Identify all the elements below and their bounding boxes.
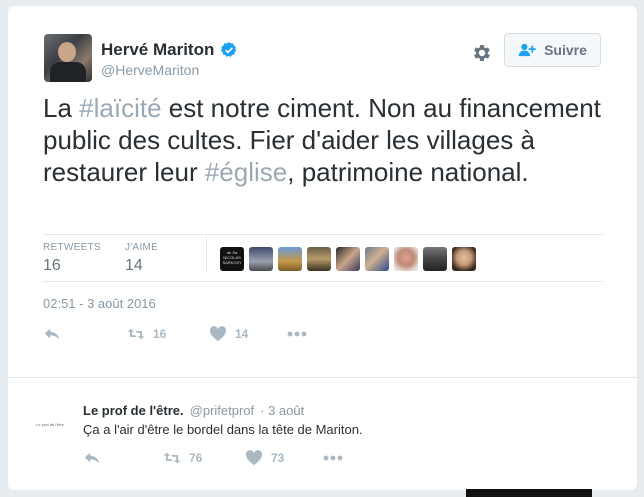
tweet-text-part: La <box>43 93 80 123</box>
reply-text: Ça a l'air d'être le bordel dans la tête… <box>83 422 363 437</box>
stats-separator <box>206 236 207 272</box>
author-avatar[interactable] <box>44 34 92 82</box>
liker-avatar[interactable] <box>423 247 447 271</box>
reply-avatar-text: Le prof de l'être <box>36 421 64 427</box>
background-dark-tab <box>466 489 592 497</box>
heart-icon <box>209 326 227 342</box>
retweet-count: 16 <box>153 327 167 341</box>
reply-actions: 76 73 <box>83 450 343 466</box>
tweet-text: La #laïcité est notre ciment. Non au fin… <box>43 92 603 188</box>
liker-avatar[interactable] <box>336 247 360 271</box>
avatar-face <box>58 42 76 62</box>
reply-button[interactable] <box>43 326 127 342</box>
likes-label[interactable]: J'AIME <box>125 242 158 253</box>
follow-button[interactable]: Suivre <box>504 33 601 67</box>
likes-value[interactable]: 14 <box>125 257 143 275</box>
liker-avatar[interactable] <box>307 247 331 271</box>
follow-person-icon <box>518 43 536 57</box>
reply-icon <box>84 452 100 464</box>
reply-time[interactable]: · 3 août <box>260 403 304 418</box>
retweet-icon <box>163 452 181 464</box>
liker-avatar[interactable] <box>365 247 389 271</box>
tweet-timestamp[interactable]: 02:51 - 3 août 2016 <box>43 296 156 311</box>
reply-like-button[interactable]: 73 <box>245 450 323 466</box>
reply-retweet-button[interactable]: 76 <box>163 450 245 466</box>
liker-avatar[interactable] <box>278 247 302 271</box>
reply-divider <box>8 377 637 378</box>
liker-avatar[interactable] <box>249 247 273 271</box>
likers-avatars: de Sa NICOLAS SARKOZY <box>220 247 476 271</box>
reply-author-name[interactable]: Le prof de l'être. <box>83 403 184 418</box>
reply-reply-button[interactable] <box>83 450 163 466</box>
reply-avatar[interactable]: Le prof de l'être <box>28 406 72 442</box>
gear-icon[interactable] <box>471 42 493 64</box>
reply-icon <box>44 328 60 340</box>
liker-avatar[interactable]: de Sa NICOLAS SARKOZY <box>220 247 244 271</box>
reply-author-handle[interactable]: @prifetprof <box>190 403 255 418</box>
follow-label: Suivre <box>544 42 587 58</box>
tweet-card: Hervé Mariton @HerveMariton Suivre La #l… <box>8 6 637 490</box>
reply-retweet-count: 76 <box>189 451 203 465</box>
reply-more-button[interactable] <box>323 455 343 461</box>
heart-icon <box>245 450 263 466</box>
liker-avatar-text: de Sa NICOLAS SARKOZY <box>222 250 242 265</box>
tweet-text-part: , patrimoine national. <box>287 157 529 187</box>
hashtag-link[interactable]: #église <box>205 157 287 187</box>
more-icon <box>287 331 307 337</box>
retweets-value[interactable]: 16 <box>43 257 61 275</box>
avatar-suit <box>50 62 86 82</box>
like-count: 14 <box>235 327 249 341</box>
reply-header: Le prof de l'être. @prifetprof · 3 août <box>83 403 304 418</box>
hashtag-link[interactable]: #laïcité <box>79 93 161 123</box>
author-handle[interactable]: @HerveMariton <box>101 62 199 78</box>
retweet-icon <box>127 328 145 340</box>
verified-icon <box>221 42 237 57</box>
tweet-actions: 16 14 <box>43 326 307 342</box>
like-button[interactable]: 14 <box>209 326 287 342</box>
liker-avatar[interactable] <box>452 247 476 271</box>
more-icon <box>323 455 343 461</box>
retweets-label[interactable]: RETWEETS <box>43 242 101 253</box>
author-name-row[interactable]: Hervé Mariton <box>101 40 238 60</box>
liker-avatar[interactable] <box>394 247 418 271</box>
author-name[interactable]: Hervé Mariton <box>101 40 214 60</box>
retweet-button[interactable]: 16 <box>127 326 209 342</box>
stats-top-rule <box>43 234 603 235</box>
more-button[interactable] <box>287 331 307 337</box>
stats-bottom-rule <box>43 281 603 282</box>
reply-like-count: 73 <box>271 451 285 465</box>
